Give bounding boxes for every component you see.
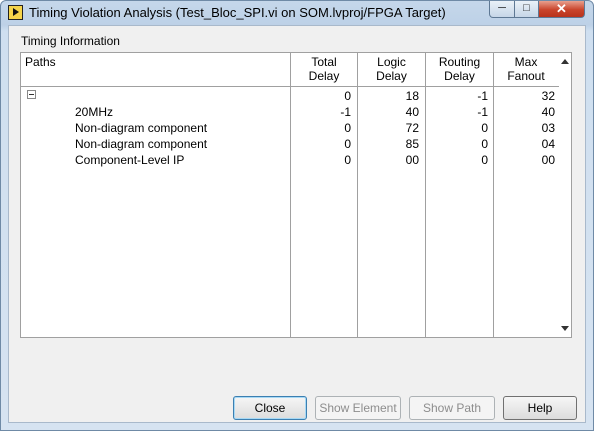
cell-total-delay: 0 xyxy=(344,121,351,135)
show-path-button[interactable]: Show Path xyxy=(409,396,495,420)
dialog-content: Timing Information Paths Total Delay Log… xyxy=(8,25,586,423)
timing-violation-window: Timing Violation Analysis (Test_Bloc_SPI… xyxy=(0,0,594,431)
header-logic-delay-line1: Logic xyxy=(377,55,406,69)
cell-max-fanout: 00 xyxy=(541,153,555,167)
close-button[interactable]: Close xyxy=(233,396,307,420)
timing-table[interactable]: Paths Total Delay Logic Delay Routing De… xyxy=(20,52,572,338)
row-label[interactable]: 20MHz xyxy=(75,105,113,119)
header-logic-delay-line2: Delay xyxy=(376,69,407,83)
cell-max-fanout: 04 xyxy=(541,137,555,151)
scroll-down-icon[interactable] xyxy=(561,326,569,331)
cell-routing-delay: -1 xyxy=(477,89,488,103)
window-title: Timing Violation Analysis (Test_Bloc_SPI… xyxy=(29,5,446,20)
vertical-scrollbar[interactable] xyxy=(559,53,571,337)
row-label[interactable]: Non-diagram component xyxy=(75,121,207,135)
timing-information-label: Timing Information xyxy=(21,34,120,48)
header-max-fanout-line2: Fanout xyxy=(507,69,545,83)
close-window-button[interactable]: ✕ xyxy=(538,1,585,18)
cell-max-fanout: 40 xyxy=(541,105,555,119)
header-max-fanout: Max Fanout xyxy=(494,55,558,83)
header-routing-delay-line2: Delay xyxy=(444,69,475,83)
labview-run-icon xyxy=(8,5,23,20)
cell-max-fanout: 32 xyxy=(541,89,555,103)
cell-routing-delay: 0 xyxy=(481,121,488,135)
cell-logic-delay: 85 xyxy=(405,137,419,151)
header-paths: Paths xyxy=(25,55,56,69)
cell-total-delay: -1 xyxy=(340,105,351,119)
show-element-button[interactable]: Show Element xyxy=(315,396,401,420)
timing-information-group: Timing Information Paths Total Delay Log… xyxy=(17,32,575,338)
header-max-fanout-line1: Max xyxy=(514,55,538,69)
cell-total-delay: 0 xyxy=(344,89,351,103)
header-total-delay-line1: Total xyxy=(311,55,337,69)
cell-logic-delay: 40 xyxy=(405,105,419,119)
header-routing-delay-line1: Routing xyxy=(438,55,481,69)
cell-routing-delay: 0 xyxy=(481,137,488,151)
minimize-button[interactable]: ─ xyxy=(489,1,515,18)
cell-logic-delay: 72 xyxy=(405,121,419,135)
help-button[interactable]: Help xyxy=(503,396,577,420)
row-label[interactable]: Non-diagram component xyxy=(75,137,207,151)
cell-total-delay: 0 xyxy=(344,137,351,151)
header-logic-delay: Logic Delay xyxy=(358,55,425,83)
collapse-toggle-icon[interactable] xyxy=(27,90,36,99)
header-total-delay: Total Delay xyxy=(291,55,357,83)
scroll-up-icon[interactable] xyxy=(561,59,569,64)
cell-logic-delay: 18 xyxy=(405,89,419,103)
header-total-delay-line2: Delay xyxy=(308,69,340,83)
cell-routing-delay: -1 xyxy=(477,105,488,119)
cell-total-delay: 0 xyxy=(344,153,351,167)
cell-routing-delay: 0 xyxy=(481,153,488,167)
cell-max-fanout: 03 xyxy=(541,121,555,135)
row-label[interactable]: Component-Level IP xyxy=(75,153,184,167)
header-routing-delay: Routing Delay xyxy=(426,55,493,83)
title-bar[interactable]: Timing Violation Analysis (Test_Bloc_SPI… xyxy=(1,1,593,25)
maximize-button[interactable]: □ xyxy=(514,1,539,18)
cell-logic-delay: 00 xyxy=(405,153,419,167)
